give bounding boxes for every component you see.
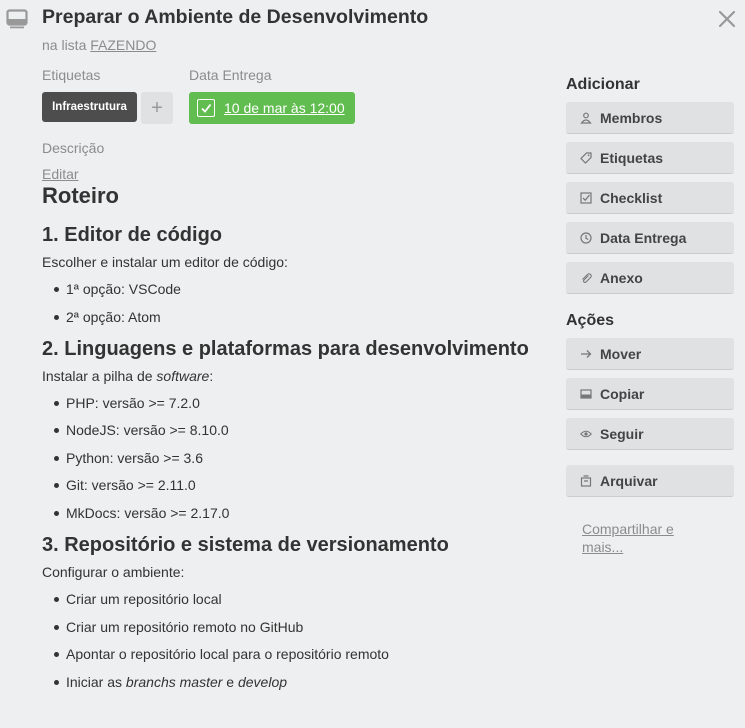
description-heading: Descrição bbox=[42, 140, 105, 156]
description-title: Roteiro bbox=[42, 183, 119, 208]
checklist-button[interactable]: Checklist bbox=[566, 182, 734, 214]
section-intro: Escolher e instalar um editor de código: bbox=[42, 254, 288, 270]
members-label: Membros bbox=[600, 109, 663, 126]
list-item: Git: versão >= 2.11.0 bbox=[42, 476, 542, 494]
checkmark-icon bbox=[201, 103, 212, 113]
copy-label: Copiar bbox=[600, 385, 645, 402]
due-date-button[interactable]: 10 de mar às 12:00 bbox=[189, 92, 355, 124]
list-item: 2ª opção: Atom bbox=[42, 308, 542, 326]
bullet-list: 1ª opção: VSCode 2ª opção: Atom bbox=[42, 280, 542, 326]
due-date-side-button[interactable]: Data Entrega bbox=[566, 222, 734, 254]
due-date-label: Data Entrega bbox=[600, 229, 687, 246]
attachment-button[interactable]: Anexo bbox=[566, 262, 734, 294]
section-heading: 2. Linguagens e plataformas para desenvo… bbox=[42, 337, 529, 360]
person-icon bbox=[580, 112, 592, 124]
copy-button[interactable]: Copiar bbox=[566, 378, 734, 410]
list-link[interactable]: FAZENDO bbox=[90, 37, 156, 53]
description-content: Roteiro 1. Editor de código Escolher e i… bbox=[42, 182, 542, 701]
labels-button[interactable]: Etiquetas bbox=[566, 142, 734, 174]
follow-button[interactable]: Seguir bbox=[566, 418, 734, 450]
list-item: Apontar o repositório local para o repos… bbox=[42, 645, 542, 663]
close-icon[interactable] bbox=[717, 9, 737, 29]
archive-button[interactable]: Arquivar bbox=[566, 465, 734, 497]
arrow-right-icon bbox=[581, 349, 592, 358]
list-item: NodeJS: versão >= 8.10.0 bbox=[42, 421, 542, 439]
list-item: 1ª opção: VSCode bbox=[42, 280, 542, 298]
edit-description-link[interactable]: Editar bbox=[42, 166, 79, 182]
list-reference: na lista FAZENDO bbox=[42, 37, 156, 53]
list-item: Criar um repositório local bbox=[42, 590, 542, 608]
section-intro: Configurar o ambiente: bbox=[42, 563, 185, 580]
section-heading: 3. Repositório e sistema de versionament… bbox=[42, 533, 449, 556]
attachment-label: Anexo bbox=[600, 269, 643, 286]
add-label-button[interactable]: + bbox=[141, 92, 173, 124]
list-item: Iniciar as branchs master e develop bbox=[42, 673, 542, 691]
actions-heading: Ações bbox=[566, 312, 615, 329]
move-label: Mover bbox=[600, 345, 642, 362]
move-button[interactable]: Mover bbox=[566, 338, 734, 370]
card-title[interactable]: Preparar o Ambiente de Desenvolvimento bbox=[42, 6, 428, 29]
add-heading: Adicionar bbox=[566, 76, 640, 93]
follow-label: Seguir bbox=[600, 425, 644, 442]
bullet-list: PHP: versão >= 7.2.0 NodeJS: versão >= 8… bbox=[42, 394, 542, 522]
paperclip-icon bbox=[582, 272, 592, 283]
label-chip-infraestrutura[interactable]: Infraestrutura bbox=[42, 92, 137, 122]
members-button[interactable]: Membros bbox=[566, 102, 734, 134]
due-date-value: 10 de mar às 12:00 bbox=[224, 100, 345, 116]
labels-label: Etiquetas bbox=[600, 149, 664, 166]
copy-icon bbox=[580, 388, 592, 399]
checkbox-icon bbox=[580, 191, 592, 204]
card-icon bbox=[6, 9, 28, 29]
eye-icon bbox=[580, 430, 592, 437]
due-date-heading: Data Entrega bbox=[189, 67, 272, 83]
bullet-list: Criar um repositório local Criar um repo… bbox=[42, 590, 542, 691]
list-item: PHP: versão >= 7.2.0 bbox=[42, 394, 542, 412]
in-list-prefix: na lista bbox=[42, 37, 87, 53]
clock-icon bbox=[580, 231, 592, 244]
section-intro: Instalar a pilha de software: bbox=[42, 367, 214, 384]
section-heading: 1. Editor de código bbox=[42, 224, 223, 246]
list-item: MkDocs: versão >= 2.17.0 bbox=[42, 504, 542, 522]
checklist-label: Checklist bbox=[600, 189, 663, 206]
list-item: Criar um repositório remoto no GitHub bbox=[42, 618, 542, 636]
share-and-more-link[interactable]: Compartilhar e mais... bbox=[582, 520, 702, 556]
labels-heading: Etiquetas bbox=[42, 67, 101, 83]
archive-icon bbox=[580, 474, 592, 487]
due-complete-checkbox[interactable] bbox=[197, 99, 215, 117]
tag-icon bbox=[580, 151, 592, 164]
archive-label: Arquivar bbox=[600, 472, 658, 489]
list-item: Python: versão >= 3.6 bbox=[42, 449, 542, 467]
